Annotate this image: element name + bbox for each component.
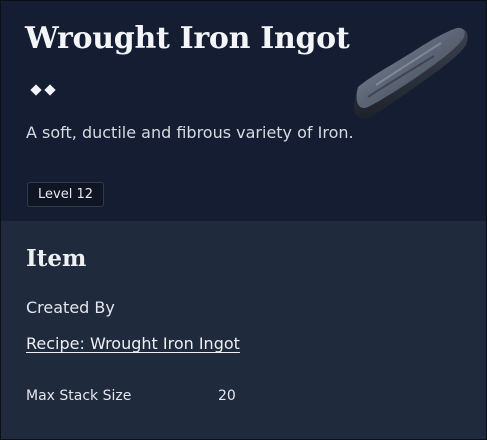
section-title: Item: [26, 245, 87, 272]
recipe-link[interactable]: Recipe: Wrought Iron Ingot: [26, 334, 240, 353]
created-by-label: Created By: [26, 298, 115, 317]
diamond-icon: [30, 84, 42, 96]
level-badge: Level 12: [27, 182, 104, 207]
item-description: A soft, ductile and fibrous variety of I…: [26, 123, 354, 142]
rarity-indicator: [30, 84, 56, 96]
diamond-icon: [44, 84, 56, 96]
max-stack-size-label: Max Stack Size: [26, 388, 132, 404]
item-tooltip-card: Wrought Iron Ingot A soft, ductile and f…: [0, 0, 487, 440]
max-stack-size-value: 20: [218, 388, 236, 404]
item-title: Wrought Iron Ingot: [25, 21, 350, 56]
iron-ingot-icon: [353, 27, 468, 119]
item-header: Wrought Iron Ingot A soft, ductile and f…: [1, 1, 486, 221]
